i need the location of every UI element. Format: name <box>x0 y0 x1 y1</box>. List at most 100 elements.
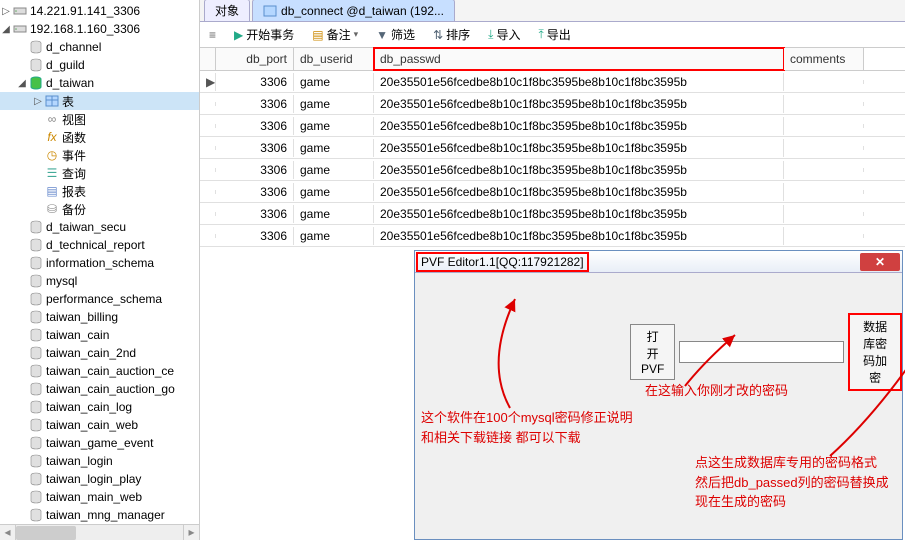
cell-passwd[interactable]: 20e35501e56fcedbe8b10c1f8bc3595be8b10c1f… <box>374 227 784 245</box>
btn-label: 筛选 <box>391 26 415 43</box>
db-item[interactable]: taiwan_game_event <box>0 434 199 452</box>
cell-passwd[interactable]: 20e35501e56fcedbe8b10c1f8bc3595be8b10c1f… <box>374 183 784 201</box>
menu-button[interactable]: ≡ <box>206 26 219 44</box>
db-item[interactable]: taiwan_cain_auction_ce <box>0 362 199 380</box>
table-row[interactable]: 3306game20e35501e56fcedbe8b10c1f8bc3595b… <box>200 203 905 225</box>
db-item[interactable]: d_channel <box>0 38 199 56</box>
cell-comments[interactable] <box>784 146 864 150</box>
col-db-passwd[interactable]: db_passwd <box>374 48 784 70</box>
cell-port[interactable]: 3306 <box>216 73 294 91</box>
cell-user[interactable]: game <box>294 161 374 179</box>
cell-port[interactable]: 3306 <box>216 227 294 245</box>
server-item-2[interactable]: ◢ 192.168.1.160_3306 <box>0 20 199 38</box>
db-item-open[interactable]: ◢ d_taiwan <box>0 74 199 92</box>
cell-comments[interactable] <box>784 212 864 216</box>
cell-user[interactable]: game <box>294 205 374 223</box>
table-row[interactable]: ▶3306game20e35501e56fcedbe8b10c1f8bc3595… <box>200 71 905 93</box>
table-row[interactable]: 3306game20e35501e56fcedbe8b10c1f8bc3595b… <box>200 137 905 159</box>
db-item[interactable]: performance_schema <box>0 290 199 308</box>
cell-user[interactable]: game <box>294 95 374 113</box>
db-item[interactable]: taiwan_cain_log <box>0 398 199 416</box>
table-row[interactable]: 3306game20e35501e56fcedbe8b10c1f8bc3595b… <box>200 115 905 137</box>
cell-user[interactable]: game <box>294 183 374 201</box>
db-item[interactable]: taiwan_cain_auction_go <box>0 380 199 398</box>
db-item[interactable]: taiwan_cain_2nd <box>0 344 199 362</box>
cell-comments[interactable] <box>784 190 864 194</box>
memo-button[interactable]: ▤ 备注 ▾ <box>309 24 361 45</box>
cell-port[interactable]: 3306 <box>216 139 294 157</box>
col-db-port[interactable]: db_port <box>216 48 294 70</box>
cell-user[interactable]: game <box>294 73 374 91</box>
import-button[interactable]: ⤓ 导入 <box>485 24 523 45</box>
db-item[interactable]: taiwan_mng_manager <box>0 506 199 524</box>
close-button[interactable]: ✕ <box>860 253 900 271</box>
sort-button[interactable]: ⇅ 排序 <box>430 24 473 45</box>
cell-passwd[interactable]: 20e35501e56fcedbe8b10c1f8bc3595be8b10c1f… <box>374 73 784 91</box>
cell-comments[interactable] <box>784 102 864 106</box>
tree-node-tables[interactable]: ▷ 表 <box>0 92 199 110</box>
col-comments[interactable]: comments <box>784 48 864 70</box>
cell-port[interactable]: 3306 <box>216 117 294 135</box>
cell-passwd[interactable]: 20e35501e56fcedbe8b10c1f8bc3595be8b10c1f… <box>374 205 784 223</box>
db-item[interactable]: taiwan_cain <box>0 326 199 344</box>
db-item[interactable]: taiwan_login <box>0 452 199 470</box>
db-item[interactable]: mysql <box>0 272 199 290</box>
row-marker <box>200 102 216 106</box>
cell-port[interactable]: 3306 <box>216 205 294 223</box>
cell-user[interactable]: game <box>294 117 374 135</box>
db-label: taiwan_cain_auction_ce <box>46 364 174 378</box>
cell-comments[interactable] <box>784 168 864 172</box>
tree-node-events[interactable]: ◷ 事件 <box>0 146 199 164</box>
table-row[interactable]: 3306game20e35501e56fcedbe8b10c1f8bc3595b… <box>200 93 905 115</box>
dialog-body: 打开PVF 数据库密码加密 这个软件在100个mysql密码修正说明 和相关下载… <box>415 273 902 539</box>
filter-button[interactable]: ▼ 筛选 <box>373 24 418 45</box>
export-button[interactable]: ⤒ 导出 <box>535 24 573 45</box>
db-item[interactable]: information_schema <box>0 254 199 272</box>
db-item[interactable]: taiwan_billing <box>0 308 199 326</box>
encrypt-password-button[interactable]: 数据库密码加密 <box>848 313 902 391</box>
password-input[interactable] <box>679 341 844 363</box>
begin-transaction-button[interactable]: ▶ 开始事务 <box>231 24 297 45</box>
database-icon <box>28 309 44 325</box>
tree-node-queries[interactable]: ☰ 查询 <box>0 164 199 182</box>
db-item[interactable]: d_guild <box>0 56 199 74</box>
row-marker <box>200 234 216 238</box>
tab-objects[interactable]: 对象 <box>204 0 250 21</box>
db-item[interactable]: d_taiwan_secu <box>0 218 199 236</box>
db-item[interactable]: d_technical_report <box>0 236 199 254</box>
open-pvf-button[interactable]: 打开PVF <box>630 324 675 380</box>
tree-node-backup[interactable]: ⛁ 备份 <box>0 200 199 218</box>
db-item[interactable]: taiwan_login_play <box>0 470 199 488</box>
tab-dbconnect[interactable]: db_connect @d_taiwan (192... <box>252 0 455 21</box>
dialog-title: PVF Editor1.1[QQ:117921282] <box>417 253 588 271</box>
tree-node-functions[interactable]: fx 函数 <box>0 128 199 146</box>
cell-user[interactable]: game <box>294 227 374 245</box>
cell-port[interactable]: 3306 <box>216 183 294 201</box>
database-icon <box>28 219 44 235</box>
tree-node-reports[interactable]: ▤ 报表 <box>0 182 199 200</box>
table-row[interactable]: 3306game20e35501e56fcedbe8b10c1f8bc3595b… <box>200 159 905 181</box>
db-item[interactable]: taiwan_cain_web <box>0 416 199 434</box>
db-item[interactable]: taiwan_main_web <box>0 488 199 506</box>
table-row[interactable]: 3306game20e35501e56fcedbe8b10c1f8bc3595b… <box>200 181 905 203</box>
db-label: taiwan_billing <box>46 310 118 324</box>
node-label: 表 <box>62 93 74 110</box>
cell-passwd[interactable]: 20e35501e56fcedbe8b10c1f8bc3595be8b10c1f… <box>374 117 784 135</box>
cell-port[interactable]: 3306 <box>216 95 294 113</box>
tree-node-views[interactable]: ∞ 视图 <box>0 110 199 128</box>
cell-comments[interactable] <box>784 124 864 128</box>
cell-comments[interactable] <box>784 234 864 238</box>
annotation-left: 这个软件在100个mysql密码修正说明 和相关下载链接 都可以下载 <box>421 408 633 447</box>
cell-user[interactable]: game <box>294 139 374 157</box>
cell-passwd[interactable]: 20e35501e56fcedbe8b10c1f8bc3595be8b10c1f… <box>374 139 784 157</box>
cell-passwd[interactable]: 20e35501e56fcedbe8b10c1f8bc3595be8b10c1f… <box>374 161 784 179</box>
cell-port[interactable]: 3306 <box>216 161 294 179</box>
col-db-userid[interactable]: db_userid <box>294 48 374 70</box>
dialog-titlebar[interactable]: PVF Editor1.1[QQ:117921282] ✕ <box>415 251 902 273</box>
cell-comments[interactable] <box>784 80 864 84</box>
table-row[interactable]: 3306game20e35501e56fcedbe8b10c1f8bc3595b… <box>200 225 905 247</box>
horizontal-scrollbar[interactable]: ◂ ▸ <box>0 524 199 540</box>
server-item-1[interactable]: ▷ 14.221.91.141_3306 <box>0 2 199 20</box>
cell-passwd[interactable]: 20e35501e56fcedbe8b10c1f8bc3595be8b10c1f… <box>374 95 784 113</box>
scrollbar-thumb[interactable] <box>16 526 76 540</box>
